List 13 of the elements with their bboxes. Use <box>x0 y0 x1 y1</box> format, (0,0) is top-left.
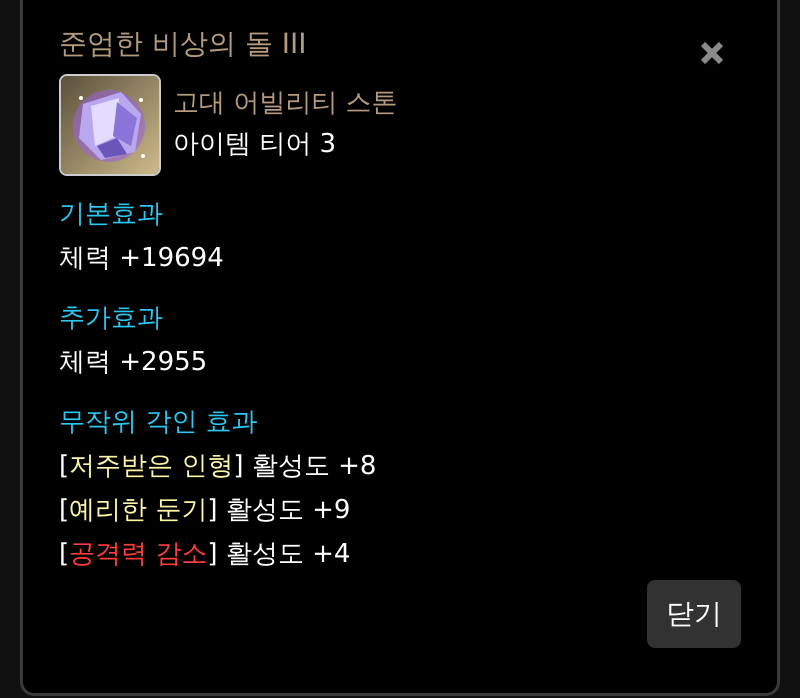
item-title: 준엄한 비상의 돌 III <box>59 26 306 62</box>
effect-line: 체력 +2955 <box>59 346 208 379</box>
close-icon[interactable] <box>699 40 725 66</box>
section-heading: 추가효과 <box>59 302 164 335</box>
engraving-line: [공격력 감소] 활성도 +4 <box>59 538 352 571</box>
section-heading: 무작위 각인 효과 <box>59 406 259 439</box>
engraving-line: [저주받은 인형] 활성도 +8 <box>59 450 378 483</box>
close-button[interactable]: 닫기 <box>647 580 741 648</box>
item-tier-label: 아이템 티어 3 <box>173 128 338 161</box>
effect-line: 체력 +19694 <box>59 242 225 275</box>
engraving-line: [예리한 둔기] 활성도 +9 <box>59 494 352 527</box>
item-category: 고대 어빌리티 스톤 <box>173 87 398 120</box>
section-heading: 기본효과 <box>59 198 164 231</box>
